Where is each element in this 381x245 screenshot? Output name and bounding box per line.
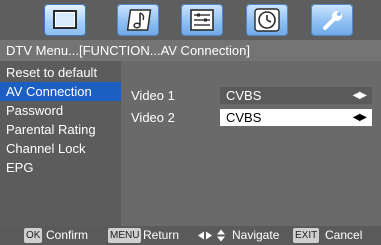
menu-item-av-connection[interactable]: AV Connection <box>0 82 121 101</box>
tab-time[interactable] <box>246 4 288 36</box>
menu-item-password[interactable]: Password <box>0 101 121 120</box>
setup-panel-icon <box>190 9 214 31</box>
tab-picture[interactable] <box>44 4 86 36</box>
tab-sound[interactable] <box>117 4 159 36</box>
ok-key: OK <box>24 228 43 243</box>
function-menu: Reset to default AV Connection Password … <box>0 61 121 226</box>
left-right-arrows-icon: ◀▶ <box>352 112 367 123</box>
dtv-osd-screen: DTV Menu...[FUNCTION...AV Connection] Re… <box>0 0 381 245</box>
exit-key: EXIT <box>293 228 320 243</box>
tab-function[interactable] <box>311 4 353 36</box>
video-2-label: Video 2 <box>131 110 175 125</box>
tools-icon <box>323 11 342 30</box>
video-1-selector[interactable]: CVBS ◀▶ <box>220 87 372 104</box>
navigate-arrows-icon <box>198 229 225 242</box>
menu-item-reset-to-default[interactable]: Reset to default <box>0 63 121 82</box>
clock-icon <box>254 8 280 32</box>
breadcrumb: DTV Menu...[FUNCTION...AV Connection] <box>0 40 381 61</box>
menu-item-parental-rating[interactable]: Parental Rating <box>0 120 121 139</box>
music-note-icon <box>126 9 152 31</box>
menu-key: MENU <box>108 228 142 243</box>
confirm-label: Confirm <box>46 228 89 242</box>
tab-setup[interactable] <box>181 4 223 36</box>
av-connection-settings: Video 1 CVBS ◀▶ Video 2 CVBS ◀▶ <box>121 61 381 226</box>
video-1-label: Video 1 <box>131 88 175 103</box>
menu-item-epg[interactable]: EPG <box>0 158 121 177</box>
function-panel: Reset to default AV Connection Password … <box>0 61 381 226</box>
video-2-selector[interactable]: CVBS ◀▶ <box>220 109 372 126</box>
return-label: Return <box>143 228 180 242</box>
video-2-value: CVBS <box>226 110 262 125</box>
breadcrumb-text: DTV Menu...[FUNCTION...AV Connection] <box>6 43 250 58</box>
help-bar: OK Confirm MENU Return Navigate EXIT Can… <box>0 226 381 245</box>
tv-picture-icon <box>53 10 77 29</box>
menu-item-channel-lock[interactable]: Channel Lock <box>0 139 121 158</box>
left-right-arrows-icon: ◀▶ <box>352 90 367 101</box>
menu-icon-bar <box>0 0 381 40</box>
navigate-label: Navigate <box>232 228 280 242</box>
cancel-label: Cancel <box>325 228 363 242</box>
video-1-value: CVBS <box>226 88 262 103</box>
